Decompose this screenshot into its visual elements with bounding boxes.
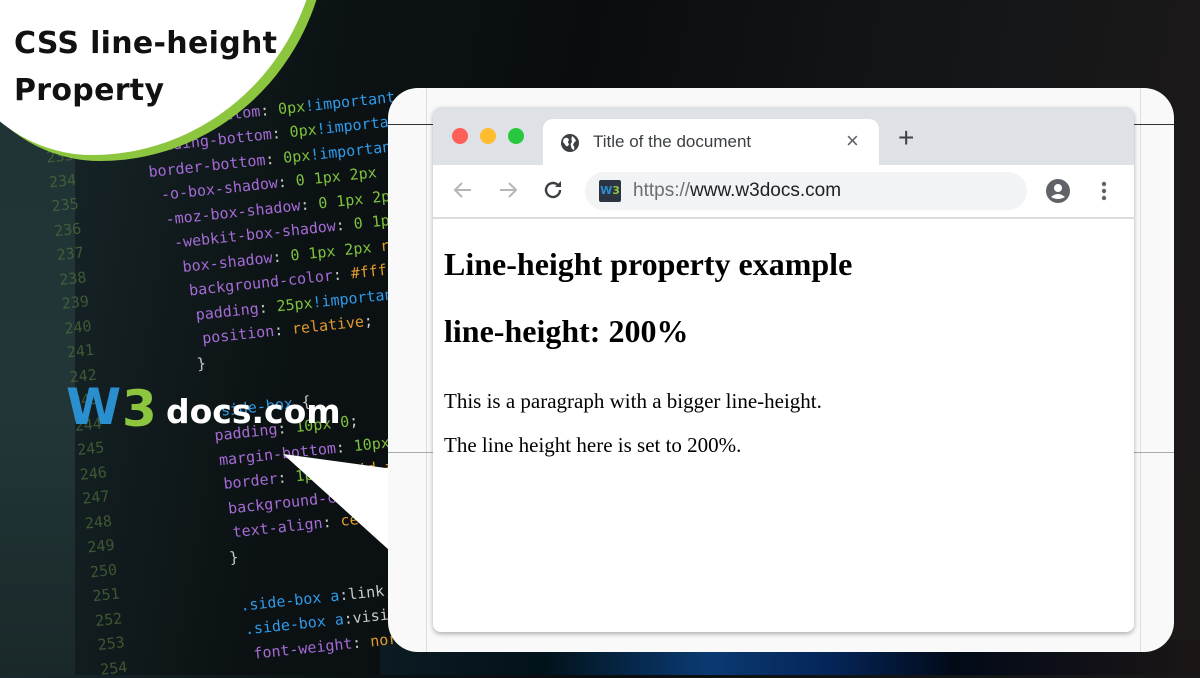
code-token: center	[339, 506, 396, 530]
logo-3: 3	[122, 380, 157, 438]
logo-w: W	[66, 378, 121, 436]
minimize-window-button[interactable]	[480, 128, 496, 144]
code-token: border	[222, 469, 279, 493]
line-number: 241	[66, 340, 95, 362]
browser-tab[interactable]: Title of the document ×	[543, 119, 879, 165]
code-token: :	[270, 123, 291, 143]
back-arrow-icon[interactable]	[451, 178, 475, 202]
page-viewport: Line-height property example line-height…	[433, 219, 1134, 632]
close-tab-icon[interactable]: ×	[846, 129, 859, 153]
frame-guide-line	[388, 452, 433, 453]
address-bar[interactable]: W3 https://www.w3docs.com	[585, 172, 1027, 210]
line-number: 239	[60, 292, 90, 313]
code-token: #fff	[349, 260, 388, 283]
paragraph-1: This is a paragraph with a bigger line-h…	[444, 389, 822, 413]
code-token: .side-box a	[243, 610, 345, 639]
line-number: 240	[63, 316, 93, 338]
line-number: 237	[55, 243, 85, 265]
code-token: }	[228, 547, 240, 567]
code-token: 0 1px 2px	[289, 236, 382, 265]
code-token: 10px	[352, 432, 391, 455]
line-number: 245	[76, 438, 106, 460]
line-number: 236	[53, 218, 83, 240]
tab-title: Title of the document	[593, 132, 752, 151]
line-number: 248	[83, 511, 113, 533]
code-token: .side-box a	[239, 586, 341, 615]
line-number: 251	[91, 584, 121, 606]
code-token: !important	[304, 87, 396, 115]
url-text: https://www.w3docs.com	[633, 180, 841, 202]
browser-window: Title of the document × + W3 https://www…	[433, 107, 1134, 632]
code-token: }	[195, 353, 207, 373]
code-token: 0px	[277, 96, 306, 118]
forward-arrow-icon[interactable]	[496, 178, 520, 202]
line-number: 247	[81, 486, 111, 508]
code-token: relative	[291, 312, 365, 338]
new-tab-button[interactable]: +	[898, 124, 914, 152]
url-scheme: https://	[633, 180, 691, 201]
line-number: 252	[94, 608, 124, 630]
code-token: font-weight	[252, 633, 354, 663]
code-token: box-shadow	[181, 248, 274, 276]
page-heading-2: line-height: 200%	[444, 313, 689, 349]
code-token: :	[276, 467, 297, 488]
code-token: :	[271, 246, 292, 267]
line-number: 250	[89, 560, 118, 581]
frame-guide-line	[1134, 124, 1174, 125]
close-window-button[interactable]	[452, 128, 468, 144]
line-number: 253	[96, 633, 126, 654]
banner-title-line2: Property	[14, 73, 165, 108]
code-token: 0px	[282, 145, 312, 167]
code-token: padding	[194, 298, 260, 324]
account-icon[interactable]	[1045, 178, 1071, 204]
code-token: text-align	[231, 513, 324, 542]
line-number: 249	[86, 535, 116, 557]
site-favicon: W3	[599, 180, 621, 202]
paragraph-2: The line height here is set to 200%.	[444, 433, 742, 457]
browser-toolbar: W3 https://www.w3docs.com	[433, 165, 1134, 219]
line-number: 234	[48, 170, 77, 191]
code-token: :	[351, 632, 372, 652]
frame-guide-line	[388, 124, 433, 125]
frame-guide-line	[1134, 452, 1174, 453]
code-token: :	[273, 319, 293, 340]
code-token: :	[257, 296, 278, 317]
logo-docs: docs.com	[166, 392, 341, 431]
code-token: position	[201, 321, 276, 348]
banner-title-line1: CSS line-height	[14, 26, 278, 61]
banner-title: CSS line-height Property	[14, 20, 277, 114]
code-line: 251	[92, 577, 191, 605]
code-token: :	[321, 511, 342, 532]
page-heading-1: Line-height property example	[444, 246, 853, 282]
code-token: ;	[348, 411, 360, 431]
globe-icon	[561, 134, 579, 152]
line-number: 235	[50, 194, 80, 216]
code-token: 1px	[294, 463, 333, 486]
frame-guide-line	[426, 88, 427, 652]
code-token: :	[334, 214, 355, 235]
code-token: :	[299, 194, 320, 214]
kebab-menu-icon[interactable]	[1094, 179, 1114, 203]
code-token: :link,	[338, 580, 394, 604]
line-number: 246	[78, 462, 108, 484]
url-host: www.w3docs.com	[690, 180, 842, 201]
frame-guide-line	[1140, 88, 1141, 652]
code-token: 0 1px 2px	[294, 163, 378, 190]
maximize-window-button[interactable]	[508, 128, 524, 144]
tab-bar: Title of the document × +	[433, 107, 1134, 165]
reload-icon[interactable]	[541, 178, 565, 202]
line-number: 238	[58, 267, 88, 289]
code-token: ;	[362, 311, 374, 331]
code-token: 25px	[275, 293, 314, 315]
code-token: 0px	[288, 120, 318, 142]
code-token: :	[331, 264, 352, 285]
